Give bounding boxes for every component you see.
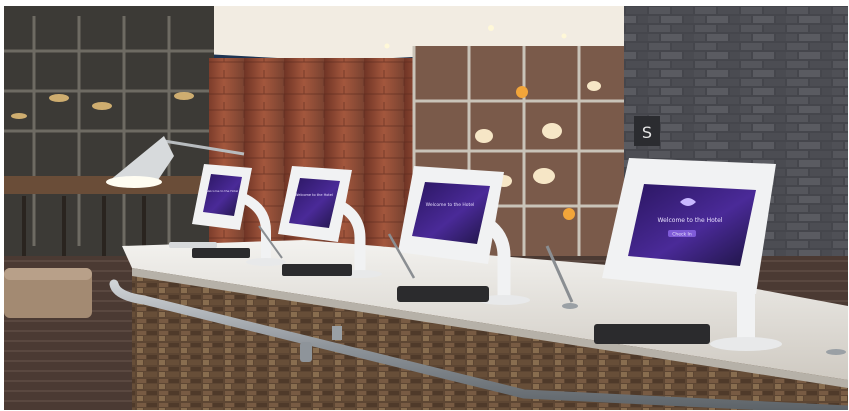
kiosk-screen-title: Welcome to the Hotel bbox=[206, 189, 239, 193]
kiosk-screen-button-label: Check In bbox=[672, 232, 692, 238]
wall-sign-glyph: S bbox=[642, 123, 652, 142]
kiosk-base bbox=[246, 258, 286, 266]
kiosk-screen-title: Welcome to the Hotel bbox=[295, 193, 333, 197]
ceiling-light bbox=[488, 25, 494, 31]
orange-object bbox=[516, 86, 528, 98]
kiosk-screen[interactable] bbox=[412, 182, 490, 244]
kiosk-screen-title: Welcome to the Hotel bbox=[658, 217, 723, 224]
pen-holder bbox=[562, 303, 578, 309]
card-reader bbox=[397, 286, 489, 302]
rail-bracket bbox=[332, 326, 342, 340]
desk-grommet bbox=[826, 349, 846, 355]
restaurant-counter bbox=[4, 176, 214, 194]
rail-joint bbox=[300, 342, 312, 362]
kiosk-screen[interactable] bbox=[628, 184, 756, 266]
ceiling-light bbox=[384, 43, 390, 49]
lobby-photo: S Welcome to the Hotel Welcome to the Ho… bbox=[4, 6, 848, 410]
kiosk-base bbox=[710, 337, 782, 351]
keyboard-device bbox=[169, 242, 217, 248]
kiosk-screen-title: Welcome to the Hotel bbox=[426, 202, 475, 208]
lobby-scene: S Welcome to the Hotel Welcome to the Ho… bbox=[4, 6, 848, 410]
card-reader bbox=[594, 324, 710, 344]
card-reader bbox=[192, 248, 250, 258]
ottoman-top bbox=[4, 268, 92, 280]
orange-object bbox=[563, 208, 575, 220]
card-reader bbox=[282, 264, 352, 276]
ceiling-light bbox=[561, 33, 567, 39]
